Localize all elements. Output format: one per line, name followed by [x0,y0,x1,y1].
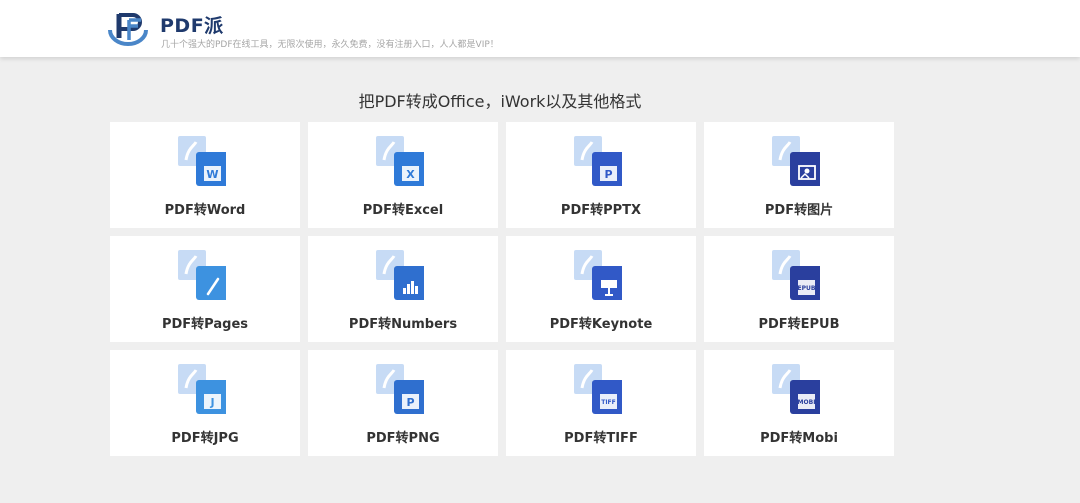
brand-tagline: 几十个强大的PDF在线工具，无限次使用，永久免费，没有注册入口，人人都是VIP！ [161,40,499,50]
svg-text:P: P [604,168,612,181]
tool-card-label: PDF转Excel [362,203,444,218]
image-icon [772,136,820,186]
svg-text:P: P [406,396,414,409]
tool-card-label: PDF转Mobi [760,431,838,446]
jpg-icon: J [178,364,226,414]
epub-icon: EPUB [772,250,820,300]
tiff-icon: TIFF [574,364,622,414]
tool-card[interactable]: PDF转Numbers [308,236,498,342]
tool-card-label: PDF转TIFF [564,431,638,446]
tool-card-label: PDF转图片 [764,203,834,218]
tool-card-label: PDF转PPTX [560,203,642,218]
svg-text:TIFF: TIFF [601,399,616,406]
svg-text:EPUB: EPUB [798,285,816,292]
tool-card-label: PDF转Keynote [549,317,653,332]
tool-card[interactable]: TIFF PDF转TIFF [506,350,696,456]
brand-name[interactable]: PDF派 [160,11,224,38]
excel-icon: X [376,136,424,186]
svg-text:MOBI: MOBI [798,399,816,406]
pdfpai-logo-icon[interactable] [107,10,149,46]
mobi-icon: MOBI [772,364,820,414]
tool-card[interactable]: EPUB PDF转EPUB [704,236,894,342]
tool-card[interactable]: P PDF转PPTX [506,122,696,228]
tool-card-label: PDF转Word [164,203,246,218]
tool-grid: W PDF转Word X PDF转Excel P PDF转PPTX PDF转图片 PDF转Pa… [110,122,894,456]
tool-card-label: PDF转Pages [161,317,248,332]
svg-text:W: W [206,168,218,181]
numbers-icon [376,250,424,300]
svg-text:X: X [406,168,415,181]
tool-card[interactable]: PDF转图片 [704,122,894,228]
tool-card-label: PDF转PNG [366,431,440,446]
word-icon: W [178,136,226,186]
tool-card-label: PDF转Numbers [348,317,458,332]
tool-card-label: PDF转JPG [171,431,239,446]
pages-icon [178,250,226,300]
page-title: 把PDF转成Office，iWork以及其他格式 [358,92,642,111]
tool-card[interactable]: P PDF转PNG [308,350,498,456]
site-header: PDF派 几十个强大的PDF在线工具，无限次使用，永久免费，没有注册入口，人人都… [0,0,1080,57]
pptx-icon: P [574,136,622,186]
tool-card[interactable]: J PDF转JPG [110,350,300,456]
tool-card[interactable]: X PDF转Excel [308,122,498,228]
svg-text:J: J [209,396,214,409]
keynote-icon [574,250,622,300]
tool-card[interactable]: MOBI PDF转Mobi [704,350,894,456]
tool-card[interactable]: W PDF转Word [110,122,300,228]
tool-card[interactable]: PDF转Pages [110,236,300,342]
tool-card-label: PDF转EPUB [758,317,840,332]
tool-card[interactable]: PDF转Keynote [506,236,696,342]
png-icon: P [376,364,424,414]
